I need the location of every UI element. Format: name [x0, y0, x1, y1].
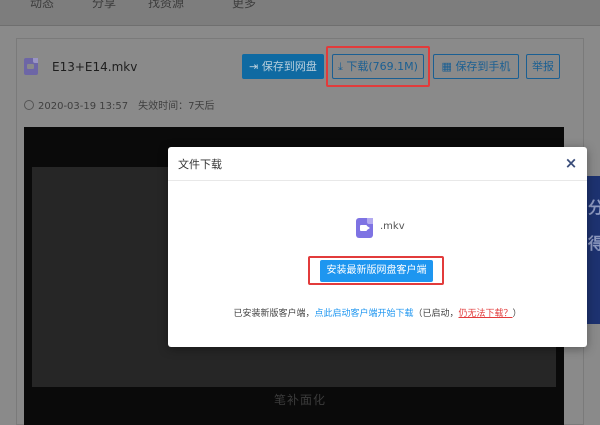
file-date: 2020-03-19 13:57 [38, 101, 129, 112]
modal-footer: 已安装新版客户端，点此启动客户端开始下载（已启动，仍无法下载？） [168, 306, 587, 319]
close-icon[interactable]: × [564, 155, 578, 171]
save-phone-label: 保存到手机 [455, 60, 511, 73]
video-file-icon [24, 58, 38, 75]
modal-header: 文件下载 × [168, 147, 587, 181]
save-cloud-label: 保存到网盘 [261, 60, 317, 73]
save-cloud-icon: ⇥ [249, 60, 262, 73]
footer-middle: （已启动， [413, 309, 459, 319]
side-ad-banner[interactable]: 分 得 [586, 176, 600, 324]
file-name: E13+E14.mkv [52, 60, 138, 74]
save-to-phone-button[interactable]: ▦ 保存到手机 [433, 54, 519, 79]
side-ad-glyph-2: 得 [588, 234, 600, 253]
file-expiry: 失效时间：7天后 [138, 101, 215, 112]
footer-suffix: ） [512, 309, 522, 319]
clock-icon [24, 100, 34, 110]
nav-item-dynamic[interactable]: 动态 [30, 0, 54, 11]
footer-prefix: 已安装新版客户端， [233, 309, 315, 319]
nav-item-find[interactable]: 找资源 [148, 0, 184, 11]
cannot-download-link[interactable]: 仍无法下载？ [459, 309, 513, 319]
video-caption: 笔补面化 [273, 393, 326, 407]
nav-item-more[interactable]: 更多 [232, 0, 256, 11]
report-button[interactable]: 举报 [526, 54, 560, 79]
video-file-icon [356, 218, 373, 238]
side-ad-glyph-1: 分 [588, 198, 600, 217]
install-client-button[interactable]: 安装最新版网盘客户端 [320, 260, 433, 282]
file-meta: 2020-03-19 13:57 失效时间：7天后 [24, 97, 215, 112]
download-modal: 文件下载 × .mkv 安装最新版网盘客户端 已安装新版客户端，点此启动客户端开… [168, 147, 587, 347]
modal-title: 文件下载 [178, 158, 222, 171]
download-highlight-box [326, 46, 430, 87]
modal-file-ext: .mkv [380, 221, 405, 232]
qr-code-icon: ▦ [441, 60, 456, 73]
top-nav: 动态 分享 找资源 更多 [0, 0, 600, 26]
save-to-cloud-button[interactable]: ⇥ 保存到网盘 [242, 54, 324, 79]
launch-client-link[interactable]: 点此启动客户端开始下载 [314, 309, 413, 319]
nav-item-share[interactable]: 分享 [92, 0, 116, 11]
